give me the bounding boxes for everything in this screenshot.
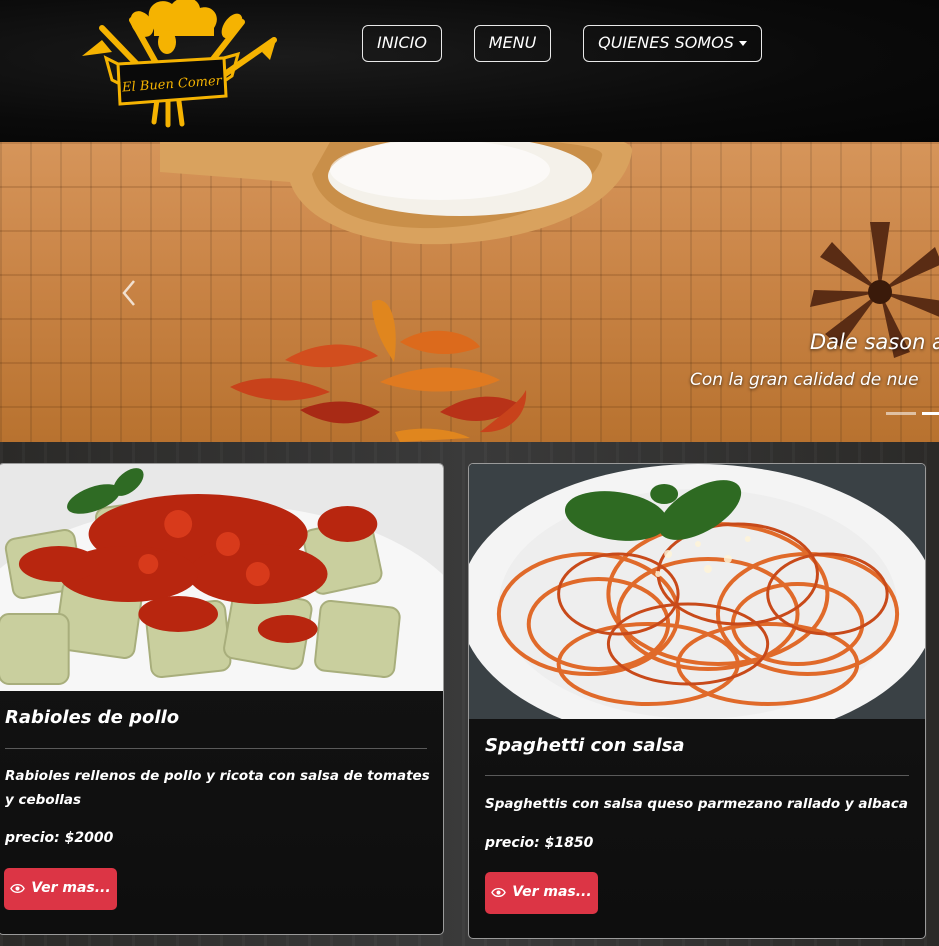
card-price: precio: $1850 <box>485 835 594 851</box>
nav-inicio-button[interactable]: INICIO <box>362 25 442 62</box>
spaghetti-image <box>469 464 925 719</box>
card-divider <box>5 748 427 749</box>
ver-mas-label: Ver mas... <box>31 880 111 896</box>
ver-mas-button[interactable]: Ver mas... <box>4 868 117 910</box>
card-price: precio: $2000 <box>5 830 114 846</box>
eye-icon <box>10 883 26 893</box>
chef-logo-icon[interactable]: El Buen Comer <box>62 0 282 132</box>
card-title: Spaghetti con salsa <box>485 735 685 756</box>
site-header: El Buen Comer INICIO MENU QUIENES SOMOS <box>0 0 939 142</box>
dish-card-spaghetti: Spaghetti con salsa Spaghettis con salsa… <box>468 463 926 939</box>
nav-quienes-somos-dropdown[interactable]: QUIENES SOMOS <box>583 25 762 62</box>
dish-card-rabioles: Rabioles de pollo Rabioles rellenos de p… <box>0 463 444 935</box>
ver-mas-label: Ver mas... <box>512 884 592 900</box>
carousel-indicator-1[interactable] <box>886 412 916 415</box>
nav-menu-button[interactable]: MENU <box>474 25 551 62</box>
card-description: Rabioles rellenos de pollo y ricota con … <box>5 768 430 808</box>
card-description: Spaghettis con salsa queso parmezano ral… <box>485 796 908 812</box>
rabioles-image <box>0 464 443 691</box>
carousel-caption-text: Con la gran calidad de nue <box>690 370 919 390</box>
chevron-left-icon[interactable] <box>118 278 140 308</box>
nav-quienes-somos-label: QUIENES SOMOS <box>598 33 734 52</box>
chevron-down-icon <box>738 41 747 46</box>
card-title: Rabioles de pollo <box>5 707 180 728</box>
eye-icon <box>491 887 507 897</box>
spices-image <box>160 142 939 442</box>
carousel-caption-title: Dale sason a <box>810 330 939 354</box>
card-divider <box>485 775 909 776</box>
carousel-indicator-2[interactable] <box>922 412 939 415</box>
ver-mas-button[interactable]: Ver mas... <box>485 872 598 914</box>
hero-carousel: Dale sason a Con la gran calidad de nue <box>0 142 939 442</box>
